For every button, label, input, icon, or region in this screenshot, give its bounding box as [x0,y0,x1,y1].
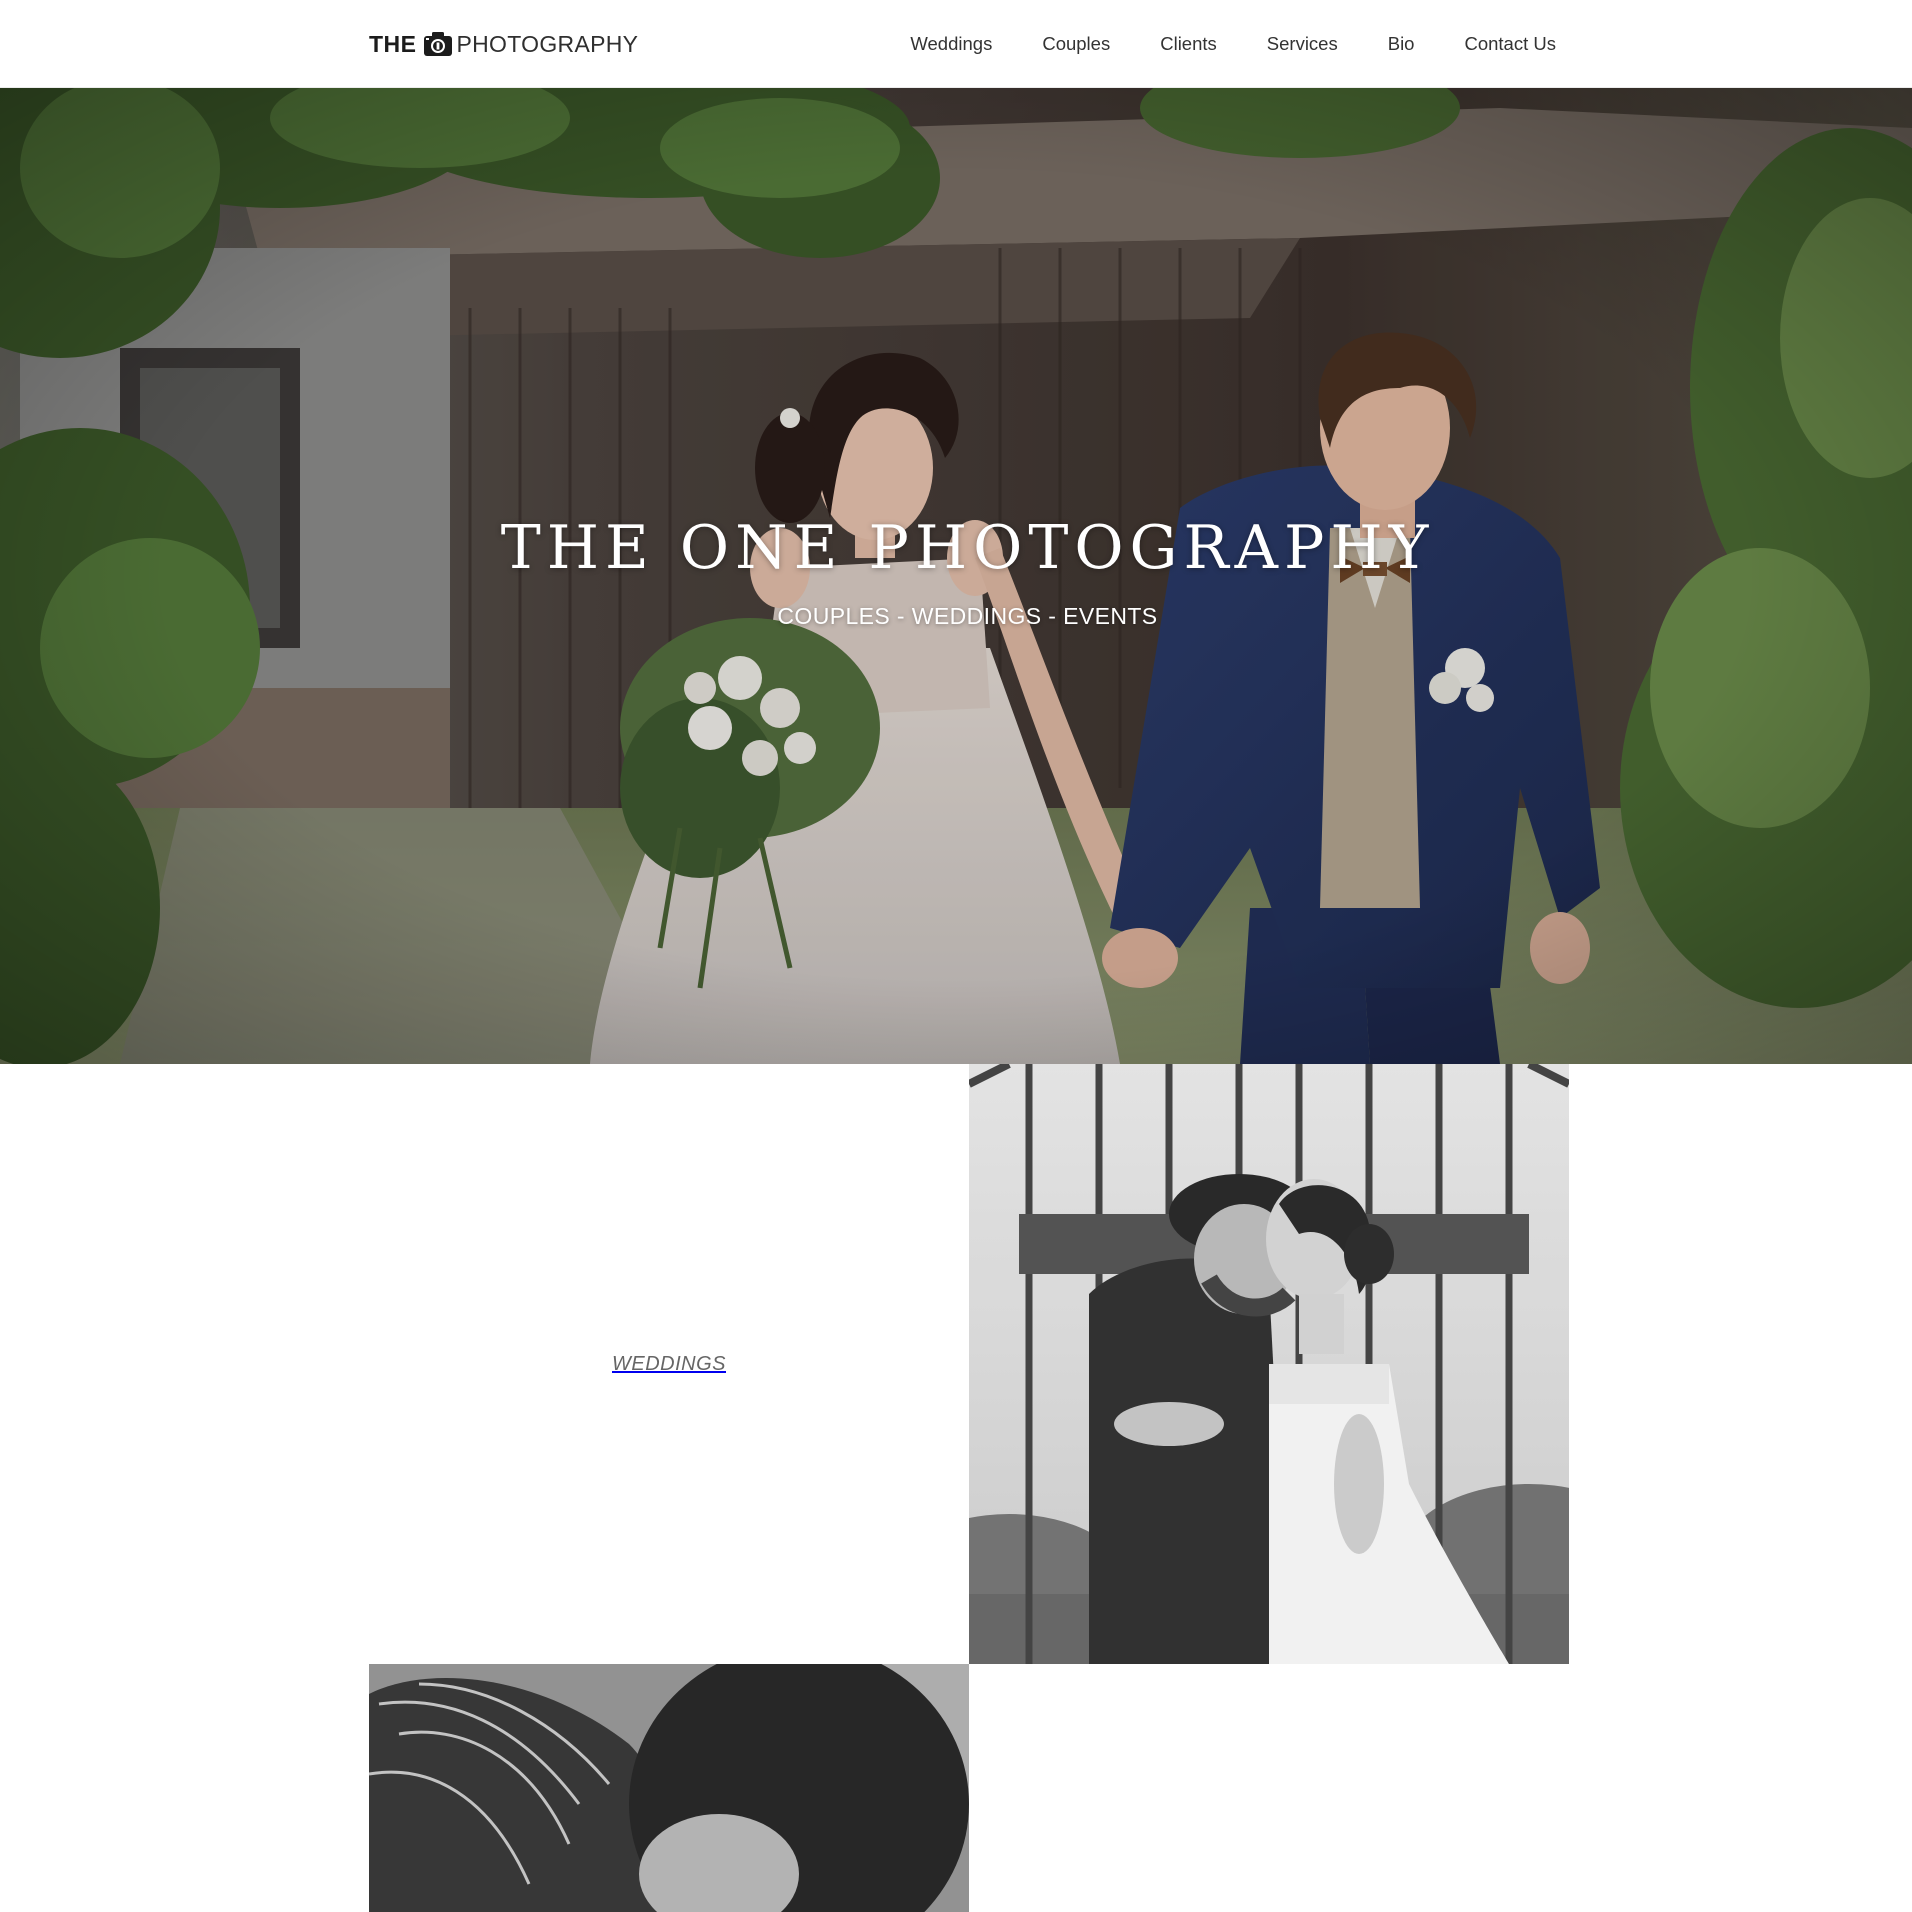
hero-title: THE ONE PHOTOGRAPHY [500,513,1435,583]
couple-embrace-photo [969,1064,1569,1664]
gallery-image-couple-closeup[interactable] [369,1664,969,1912]
nav-link-services[interactable]: Services [1267,33,1338,55]
hero-banner: THE ONE PHOTOGRAPHY COUPLES - WEDDINGS -… [0,88,1912,1064]
nav-link-contact-us[interactable]: Contact Us [1464,33,1556,55]
gallery-image-couple-embrace[interactable] [969,1064,1569,1664]
logo-text-photography: PHOTOGRAPHY [456,30,639,57]
gallery-category-label: WEDDINGS [612,1352,726,1375]
nav-link-couples[interactable]: Couples [1042,33,1110,55]
site-header: THE PHOTOGRAPHY Weddings Couples Clients… [0,0,1912,88]
gallery-category-weddings[interactable]: WEDDINGS [369,1064,969,1664]
hero-subtitle: COUPLES - WEDDINGS - EVENTS [777,603,1158,629]
camera-icon [423,32,452,56]
nav-link-bio[interactable]: Bio [1388,33,1415,55]
nav-link-clients[interactable]: Clients [1160,33,1217,55]
nav-link-weddings[interactable]: Weddings [910,33,992,55]
logo-text-the: THE [369,30,417,57]
site-logo[interactable]: THE PHOTOGRAPHY [369,26,638,62]
main-nav: Weddings Couples Clients Services Bio Co… [910,0,1556,88]
couple-closeup-photo [369,1664,969,1912]
